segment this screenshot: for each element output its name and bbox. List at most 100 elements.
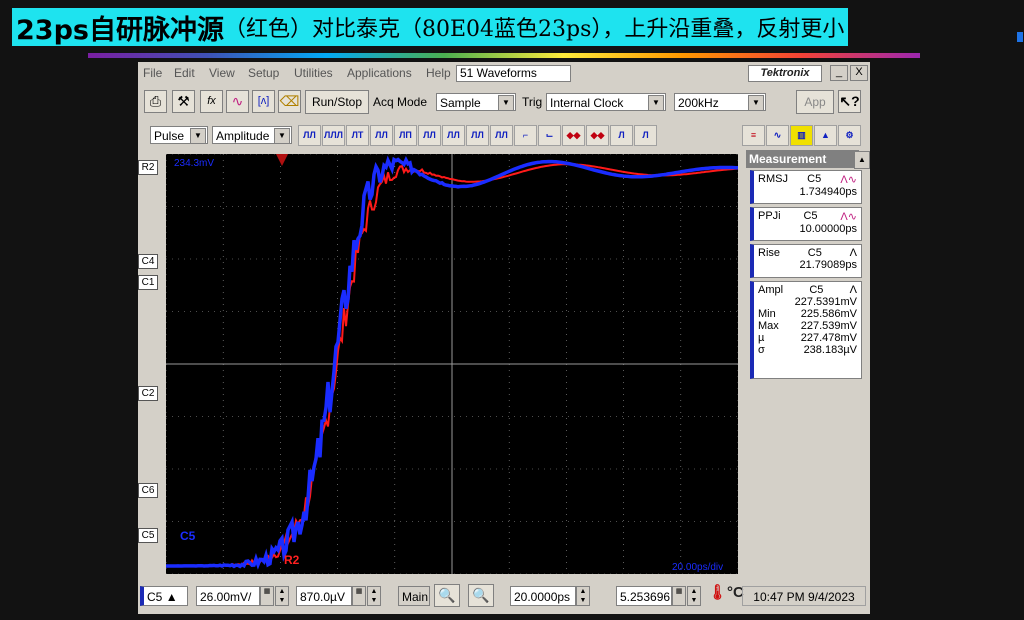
meas-rise[interactable]: Rise C5 Λ 21.79089ps: [750, 244, 862, 278]
tdiv-field[interactable]: 20.0000ps: [510, 586, 576, 606]
vdiv-keypad-icon[interactable]: ▦: [260, 586, 274, 606]
meas-rms-icon[interactable]: ЛЛ: [418, 125, 441, 146]
meas-jitter2-icon[interactable]: ◆◆: [586, 125, 609, 146]
menu-edit[interactable]: Edit: [174, 66, 195, 80]
position-field[interactable]: 5.253696: [616, 586, 672, 606]
meas-ampl[interactable]: Ampl C5 Λ 227.5391mV Min 225.586mV Max 227.5…: [750, 281, 862, 379]
pulse-icon: Λ: [849, 247, 857, 259]
meas-width-icon[interactable]: Л: [610, 125, 633, 146]
channel-marker-strip: R2 C4 C1 C2 C6 C5: [138, 154, 166, 574]
jitter-icon: Λ∿: [840, 211, 857, 223]
stat-key: Min: [758, 308, 776, 320]
run-stop-button[interactable]: Run/Stop: [305, 90, 369, 114]
meas-fall-icon[interactable]: ⌙: [538, 125, 561, 146]
settings-icon[interactable]: ⚙: [838, 125, 861, 146]
stat-key: σ: [758, 344, 765, 356]
meas-name: Ampl: [758, 284, 784, 296]
menu-utilities[interactable]: Utilities: [294, 66, 333, 80]
frequency-value: 200kHz: [678, 96, 719, 110]
thermometer-icon[interactable]: 🌡°C: [708, 583, 744, 609]
marker-c2[interactable]: C2: [138, 386, 158, 401]
meas-mid-icon[interactable]: ЛЛ: [370, 125, 393, 146]
position-spinner[interactable]: ▲ ▼: [687, 586, 701, 606]
waveform-display[interactable]: 234.3mV 20.00ps/div C5 R2: [165, 153, 739, 575]
menu-setup[interactable]: Setup: [248, 66, 279, 80]
meas-jitter-icon[interactable]: ◆◆: [562, 125, 585, 146]
marker-c1[interactable]: C1: [138, 275, 158, 290]
jitter-icon: Λ∿: [840, 174, 857, 186]
channel-select[interactable]: C5 ▲: [140, 586, 188, 606]
offset-keypad-icon[interactable]: ▦: [352, 586, 366, 606]
meas-under-icon[interactable]: ЛЛ: [490, 125, 513, 146]
scroll-up-icon[interactable]: ▲: [854, 151, 870, 169]
meas-value: 1.734940ps: [799, 186, 858, 198]
acq-mode-select[interactable]: Sample ▼: [436, 93, 516, 111]
meas-rise-icon[interactable]: ⌐: [514, 125, 537, 146]
position-keypad-icon[interactable]: ▦: [672, 586, 686, 606]
meas-cycle-icon[interactable]: ЛЛ: [442, 125, 465, 146]
minimize-button[interactable]: _: [830, 65, 848, 81]
stat-value: 238.183µV: [803, 344, 857, 356]
rainbow-divider: [88, 53, 920, 58]
meas-over-icon[interactable]: ЛЛ: [466, 125, 489, 146]
waveform-math-icon[interactable]: ∿: [226, 90, 249, 113]
tools-icon[interactable]: ⚒: [172, 90, 195, 113]
waveform-svg: 234.3mV 20.00ps/div C5 R2: [165, 153, 739, 575]
slide-title-rest: （红色）对比泰克（80E04蓝色23ps），上升沿重叠，反射更小: [223, 17, 845, 42]
vdiv-spinner[interactable]: ▲ ▼: [275, 586, 289, 606]
meas-low-icon[interactable]: ЛЛЛ: [322, 125, 345, 146]
stat-key: Max: [758, 320, 779, 332]
meas-type-select[interactable]: Amplitude ▼: [212, 126, 292, 144]
meas-ppji[interactable]: PPJi C5 Λ∿ 10.00000ps: [750, 207, 862, 241]
measurement-header: Measurement: [746, 150, 859, 168]
chevron-down-icon: ▼: [648, 95, 664, 111]
marker-c4[interactable]: C4: [138, 254, 158, 269]
offset-field[interactable]: 870.0µV: [296, 586, 352, 606]
menu-view[interactable]: View: [209, 66, 235, 80]
tektronix-logo: Tektronix: [748, 65, 822, 82]
vdiv-field[interactable]: 26.00mV/: [196, 586, 260, 606]
marker-c5[interactable]: C5: [138, 528, 158, 543]
menu-file[interactable]: File: [143, 66, 162, 80]
title-accent: [1017, 32, 1023, 42]
menu-help[interactable]: Help: [426, 66, 451, 80]
meas-channel: C5: [803, 210, 818, 222]
trigger-value: Internal Clock: [550, 96, 624, 110]
app-button[interactable]: App: [796, 90, 834, 114]
list-icon[interactable]: ≡: [742, 125, 765, 146]
tdiv-spinner[interactable]: ▲ ▼: [576, 586, 590, 606]
zoom-in-icon[interactable]: 🔍: [434, 584, 460, 607]
pulse-view-icon[interactable]: ∿: [766, 125, 789, 146]
autoset-icon[interactable]: [ʌ]: [252, 90, 275, 113]
close-button[interactable]: X: [850, 65, 868, 81]
meas-period-icon[interactable]: Л: [634, 125, 657, 146]
meas-rmsj[interactable]: RMSJ C5 Λ∿ 1.734940ps: [750, 170, 862, 204]
meas-pk-icon[interactable]: ЛП: [394, 125, 417, 146]
eraser-icon[interactable]: ⌫: [278, 90, 301, 113]
meas-type-value: Amplitude: [216, 129, 270, 143]
meas-name: Rise: [758, 247, 781, 259]
zoom-out-icon[interactable]: 🔍: [468, 584, 494, 607]
chevron-down-icon: ▼: [498, 95, 514, 111]
marker-r2[interactable]: R2: [138, 160, 158, 175]
stat-key: µ: [758, 332, 765, 344]
meas-high-icon[interactable]: ЛЛ: [298, 125, 321, 146]
histogram-icon[interactable]: ▲: [814, 125, 837, 146]
main-view-button[interactable]: Main: [398, 586, 430, 606]
function-icon[interactable]: fx: [200, 90, 223, 113]
print-icon[interactable]: ⎙: [144, 90, 167, 113]
meas-category-select[interactable]: Pulse ▼: [150, 126, 208, 144]
meas-ampl-icon[interactable]: ЛТ: [346, 125, 369, 146]
eye-view-icon[interactable]: ▥: [790, 125, 813, 146]
frequency-select[interactable]: 200kHz ▼: [674, 93, 766, 111]
stat-value: 225.586mV: [800, 308, 857, 320]
chevron-down-icon: ▼: [190, 128, 206, 144]
offset-spinner[interactable]: ▲ ▼: [367, 586, 381, 606]
meas-channel: C5: [809, 284, 824, 296]
timebase-label: 20.00ps/div: [672, 562, 723, 573]
help-pointer-icon[interactable]: ↖?: [838, 90, 861, 113]
trigger-select[interactable]: Internal Clock ▼: [546, 93, 666, 111]
slide-title-bold: 23ps自研脉冲源: [16, 14, 224, 46]
marker-c6[interactable]: C6: [138, 483, 158, 498]
menu-applications[interactable]: Applications: [347, 66, 412, 80]
